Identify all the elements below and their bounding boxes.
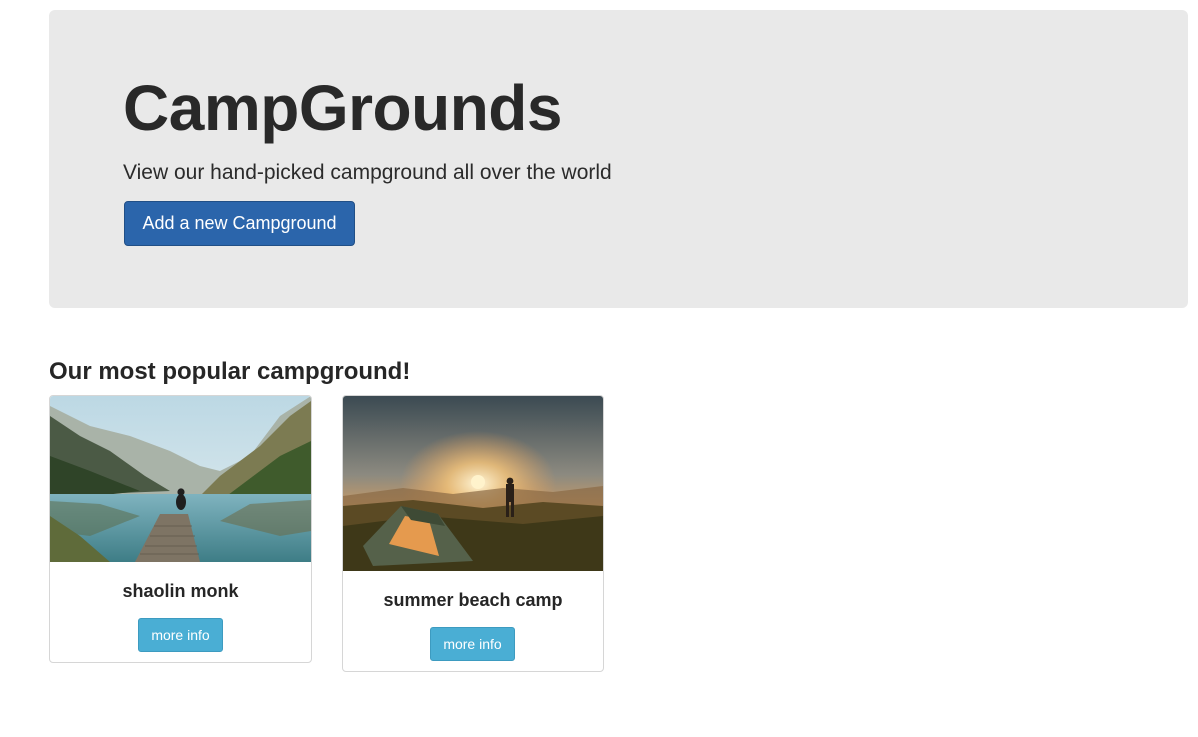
campground-name: shaolin monk <box>122 581 239 601</box>
section-heading: Our most popular campground! <box>49 358 411 385</box>
jumbotron: CampGrounds View our hand-picked campgro… <box>49 10 1188 308</box>
page-subtitle: View our hand-picked campground all over… <box>123 161 612 184</box>
campground-name: summer beach camp <box>383 590 563 610</box>
page-title: CampGrounds <box>123 72 562 144</box>
add-campground-button[interactable]: Add a new Campground <box>124 201 355 246</box>
more-info-button[interactable]: more info <box>430 627 515 661</box>
campground-card: shaolin monk more info <box>49 395 312 663</box>
campground-image-lake <box>50 396 311 562</box>
campground-image-tent <box>343 396 603 571</box>
campground-card: summer beach camp more info <box>342 395 604 672</box>
more-info-button[interactable]: more info <box>138 618 223 652</box>
